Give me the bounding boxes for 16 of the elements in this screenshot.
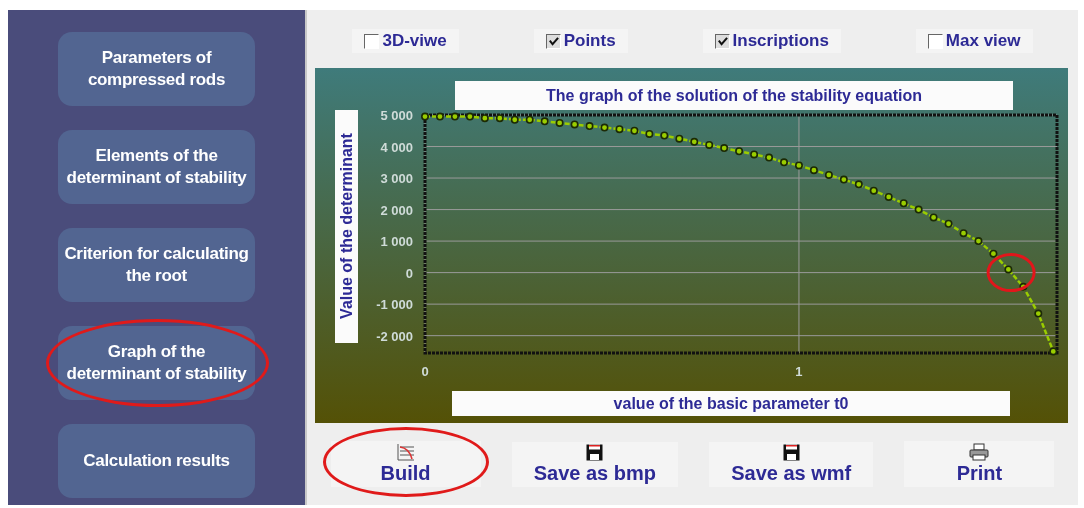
x-tick-label: 1 (795, 364, 803, 379)
y-tick-label: -2 000 (376, 328, 413, 344)
y-tick-label: 3 000 (380, 171, 413, 187)
y-tick-label: 1 000 (380, 234, 413, 250)
y-axis-label: Value of the determinant (335, 110, 358, 343)
y-tick-label: 0 (405, 265, 413, 281)
y-tick-label: 5 000 (380, 108, 413, 123)
x-tick-label: 0 (421, 364, 429, 379)
x-axis-label: value of the basic parameter t0 (452, 391, 1010, 416)
y-tick-label: 4 000 (380, 139, 413, 155)
y-tick-label: -1 000 (376, 297, 413, 313)
chart-title: The graph of the solution of the stability equation (455, 81, 1013, 110)
x-axis-title: value of the basic parameter t0 (613, 395, 849, 412)
y-axis-title: Value of the determinant (338, 132, 355, 319)
y-tick-label: 2 000 (380, 202, 413, 218)
chart-title: The graph of the solution of the stability equation (546, 87, 922, 104)
